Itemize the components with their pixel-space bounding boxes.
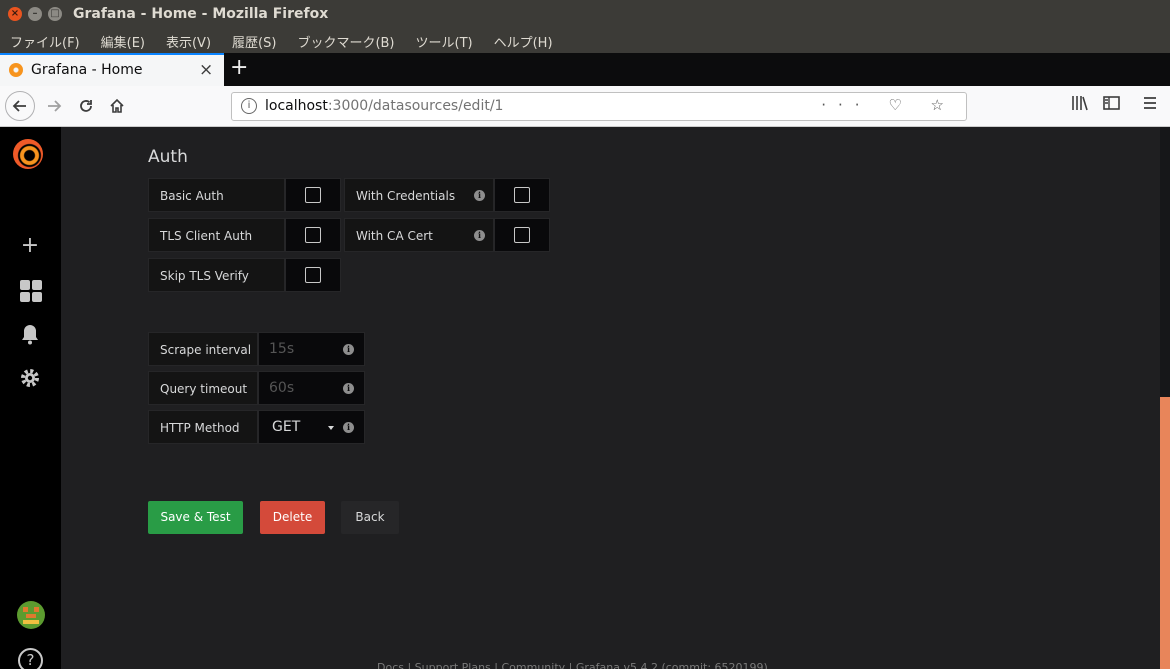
info-icon[interactable]: i <box>343 344 354 355</box>
query-timeout-input[interactable]: 60s i <box>258 371 365 405</box>
menu-help[interactable]: ヘルプ(H) <box>494 32 553 51</box>
user-avatar[interactable] <box>17 601 45 629</box>
menu-edit[interactable]: 編集(E) <box>101 32 145 51</box>
grafana-sidebar: + ? <box>0 127 61 669</box>
http-method-label: HTTP Method <box>148 410 258 444</box>
tab-strip: Grafana - Home × + <box>0 53 1170 86</box>
query-timeout-label: Query timeout <box>148 371 258 405</box>
save-test-button[interactable]: Save & Test <box>148 501 243 534</box>
info-icon[interactable]: i <box>474 190 485 201</box>
skip-tls-verify-label: Skip TLS Verify <box>148 258 285 292</box>
hamburger-menu-icon[interactable] <box>1142 95 1158 115</box>
navigation-bar: i localhost:3000/datasources/edit/1 ··· … <box>0 86 1170 127</box>
scrollbar-thumb[interactable] <box>1160 397 1170 669</box>
footer-links[interactable]: Docs | Support Plans | Community | Grafa… <box>377 661 768 669</box>
tab-close-icon[interactable]: × <box>199 60 213 80</box>
with-ca-cert-label: With CA Cert i <box>344 218 494 252</box>
basic-auth-label: Basic Auth <box>148 178 285 212</box>
window-maximize-icon[interactable]: □ <box>48 7 62 21</box>
scrape-interval-input[interactable]: 15s i <box>258 332 365 366</box>
auth-section-title: Auth <box>148 147 188 167</box>
info-icon[interactable]: i <box>474 230 485 241</box>
skip-tls-verify-checkbox[interactable] <box>285 258 341 292</box>
tab-grafana-home[interactable]: Grafana - Home × <box>0 53 224 86</box>
checkbox-icon[interactable] <box>305 187 321 203</box>
grafana-logo-icon[interactable] <box>13 139 43 169</box>
tls-client-auth-label: TLS Client Auth <box>148 218 285 252</box>
page-actions-icon[interactable]: ··· ♡ ☆ <box>821 96 956 114</box>
delete-button[interactable]: Delete <box>260 501 325 534</box>
forward-arrow-icon[interactable] <box>40 92 68 120</box>
home-icon[interactable] <box>103 92 131 120</box>
window-titlebar: × – □ Grafana - Home - Mozilla Firefox <box>0 0 1170 29</box>
back-arrow-icon[interactable] <box>5 91 35 121</box>
url-text[interactable]: localhost:3000/datasources/edit/1 <box>265 98 503 114</box>
sidebar-toggle-icon[interactable] <box>1103 95 1121 115</box>
dashboards-icon[interactable] <box>20 280 42 302</box>
checkbox-icon[interactable] <box>305 227 321 243</box>
alerting-bell-icon[interactable] <box>18 323 42 347</box>
grafana-favicon-icon <box>9 63 23 77</box>
help-icon[interactable]: ? <box>18 648 43 669</box>
configuration-gear-icon[interactable] <box>18 367 42 391</box>
library-icon[interactable] <box>1071 95 1089 115</box>
info-icon[interactable]: i <box>343 422 354 433</box>
menu-tools[interactable]: ツール(T) <box>416 32 473 51</box>
window-close-icon[interactable]: × <box>8 7 22 21</box>
checkbox-icon[interactable] <box>305 267 321 283</box>
menu-history[interactable]: 履歴(S) <box>232 32 276 51</box>
checkbox-icon[interactable] <box>514 187 530 203</box>
basic-auth-checkbox[interactable] <box>285 178 341 212</box>
window-title: Grafana - Home - Mozilla Firefox <box>73 6 329 22</box>
new-tab-icon[interactable]: + <box>230 55 248 80</box>
page-scrollbar[interactable] <box>1160 127 1170 669</box>
scrape-interval-label: Scrape interval <box>148 332 258 366</box>
menu-file[interactable]: ファイル(F) <box>10 32 80 51</box>
tab-title: Grafana - Home <box>31 62 143 78</box>
window-minimize-icon[interactable]: – <box>28 7 42 21</box>
site-info-icon[interactable]: i <box>241 98 257 114</box>
menu-bar: ファイル(F) 編集(E) 表示(V) 履歴(S) ブックマーク(B) ツール(… <box>0 29 1170 53</box>
with-ca-cert-checkbox[interactable] <box>494 218 550 252</box>
chevron-down-icon[interactable] <box>328 426 334 430</box>
with-credentials-label: With Credentials i <box>344 178 494 212</box>
tls-client-auth-checkbox[interactable] <box>285 218 341 252</box>
reload-icon[interactable] <box>72 92 100 120</box>
http-method-select[interactable]: GET i <box>258 410 365 444</box>
with-credentials-checkbox[interactable] <box>494 178 550 212</box>
checkbox-icon[interactable] <box>514 227 530 243</box>
menu-bookmarks[interactable]: ブックマーク(B) <box>297 32 394 51</box>
back-button[interactable]: Back <box>341 501 399 534</box>
datasource-settings-page: Auth Basic Auth With Credentials i TLS C… <box>61 127 1160 669</box>
menu-view[interactable]: 表示(V) <box>166 32 211 51</box>
url-bar[interactable]: i localhost:3000/datasources/edit/1 ··· … <box>231 92 967 121</box>
create-plus-icon[interactable]: + <box>18 234 42 258</box>
info-icon[interactable]: i <box>343 383 354 394</box>
